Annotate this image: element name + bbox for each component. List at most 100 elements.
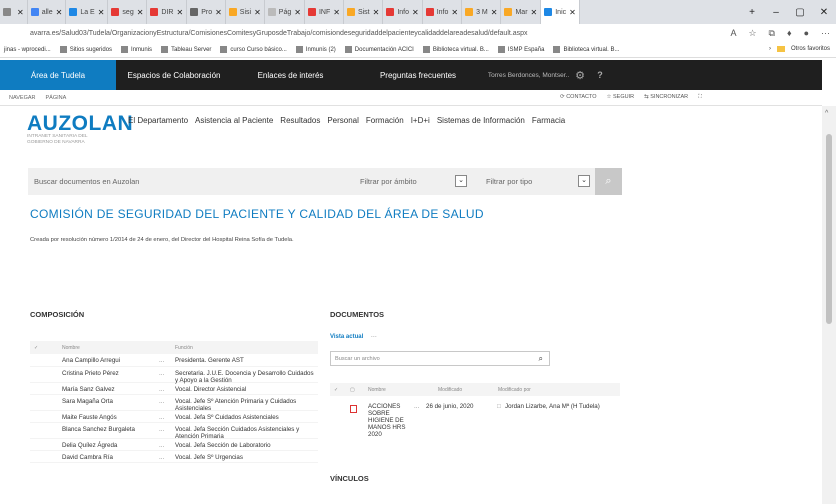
row-menu-icon[interactable]: ... <box>159 454 164 461</box>
browser-tab[interactable]: ✕ <box>0 0 28 24</box>
close-tab-icon[interactable]: ✕ <box>569 8 576 17</box>
col-modificado-por[interactable]: Modificado por <box>498 387 531 393</box>
close-tab-icon[interactable]: ✕ <box>531 8 538 17</box>
browser-tab[interactable]: alle ✕ <box>28 0 67 24</box>
browser-tab[interactable]: La E ✕ <box>66 0 109 24</box>
focus-icon[interactable]: ⛶ <box>698 94 702 101</box>
close-window-button[interactable]: ✕ <box>812 7 836 18</box>
row-menu-icon[interactable]: ... <box>159 357 164 364</box>
page-scrollbar[interactable]: ^ <box>822 106 836 504</box>
favorite-star-icon[interactable]: ☆ <box>748 28 756 39</box>
file-search-input[interactable]: Buscar un archivo ⌕ <box>330 351 550 366</box>
col-funcion[interactable]: Función <box>175 345 193 351</box>
more-menu-icon[interactable]: ··· <box>821 28 830 39</box>
table-row[interactable]: Maite Fauste Angós... Vocal. Jefa Sº Cuid… <box>30 411 318 423</box>
chevron-down-icon[interactable]: ⌄ <box>455 175 467 187</box>
ribbon-tab-pagina[interactable]: PÁGINA <box>46 95 67 101</box>
maximize-button[interactable]: ▢ <box>788 7 812 18</box>
table-row[interactable]: Cristina Prieto Pérez... Secretaria. J.U.… <box>30 367 318 384</box>
sync-button[interactable]: ⇆ SINCRONIZAR <box>644 94 688 101</box>
table-row[interactable]: Blanca Sanchez Burgaleta... Vocal. Jefa S… <box>30 423 318 440</box>
bookmark-item[interactable]: Tableau Server <box>161 46 211 53</box>
document-row[interactable]: ACCIONES SOBRE HIGIENE DE MANOS HRS 2020… <box>330 403 620 443</box>
main-nav-item[interactable]: Farmacia <box>532 116 565 125</box>
scroll-up-icon[interactable]: ^ <box>825 110 828 117</box>
checkmark-icon[interactable]: ✓ <box>334 387 338 393</box>
follow-button[interactable]: ☆ SEGUIR <box>607 94 635 101</box>
main-nav-item[interactable]: Resultados <box>280 116 320 125</box>
col-modificado[interactable]: Modificado <box>438 387 462 393</box>
document-name-link[interactable]: ACCIONES SOBRE HIGIENE DE MANOS HRS 2020 <box>368 403 412 438</box>
help-button[interactable]: ? <box>590 60 610 90</box>
close-tab-icon[interactable]: ✕ <box>451 8 458 17</box>
main-nav-item[interactable]: Formación <box>366 116 404 125</box>
collections-icon[interactable]: ⧉ <box>769 28 775 39</box>
row-menu-icon[interactable]: ... <box>159 398 164 405</box>
table-row[interactable]: Ana Campillo Arregui... Presidenta. Geren… <box>30 354 318 367</box>
other-bookmarks-label[interactable]: Otros favoritos <box>791 46 830 52</box>
search-button[interactable]: ⌕ <box>595 168 622 195</box>
close-tab-icon[interactable]: ✕ <box>491 8 498 17</box>
browser-tab[interactable]: 3 M ✕ <box>462 0 502 24</box>
bookmark-item[interactable]: Biblioteca virtual. B... <box>553 46 619 53</box>
url-text[interactable]: avarra.es/Salud03/Tudela/OrganizacionyEs… <box>30 30 528 37</box>
browser-tab[interactable]: DIR ✕ <box>147 0 188 24</box>
browser-tab[interactable]: Pág ✕ <box>265 0 305 24</box>
topnav-enlaces[interactable]: Enlaces de interés <box>232 60 349 90</box>
read-aloud-icon[interactable]: A <box>730 28 736 39</box>
main-nav-item[interactable]: El Departamento <box>128 116 188 125</box>
close-tab-icon[interactable]: ✕ <box>254 8 261 17</box>
chevron-down-icon[interactable]: ⌄ <box>578 175 590 187</box>
browser-tab[interactable]: Inic ✕ <box>541 0 580 24</box>
row-menu-icon[interactable]: ... <box>159 442 164 449</box>
user-menu[interactable]: Torres Berdonces, Montser.. <box>487 60 570 90</box>
bookmark-item[interactable]: curso Curso básico... <box>220 46 287 53</box>
search-icon[interactable]: ⌕ <box>539 354 543 364</box>
site-logo[interactable]: AUZOLAN <box>27 112 133 136</box>
row-menu-icon[interactable]: ... <box>159 414 164 421</box>
close-tab-icon[interactable]: ✕ <box>333 8 340 17</box>
scrollbar-thumb[interactable] <box>826 134 832 324</box>
bookmark-item[interactable]: jinas - wprocedi... <box>4 47 51 53</box>
topnav-preguntas[interactable]: Preguntas frecuentes <box>349 60 487 90</box>
ribbon-tab-navegar[interactable]: NAVEGAR <box>9 95 36 101</box>
close-tab-icon[interactable]: ✕ <box>137 8 144 17</box>
bookmark-item[interactable]: Sitios sugeridos <box>59 46 112 53</box>
col-nombre[interactable]: Nombre <box>368 387 386 393</box>
close-tab-icon[interactable]: ✕ <box>176 8 183 17</box>
more-options-icon[interactable]: ··· <box>371 334 377 340</box>
more-options-icon[interactable]: ... <box>414 403 419 410</box>
extension-icon[interactable]: ♦ <box>787 28 792 39</box>
main-nav-item[interactable]: Sistemas de Información <box>437 116 525 125</box>
bookmark-item[interactable]: Inmunis (2) <box>295 46 336 53</box>
topnav-area-tudela[interactable]: Área de Tudela <box>0 60 116 90</box>
main-nav-item[interactable]: I+D+i <box>411 116 430 125</box>
vista-actual-link[interactable]: Vista actual <box>330 334 363 340</box>
table-row[interactable]: David Cambra Ría... Vocal. Jefe Sº Urgenc… <box>30 451 318 463</box>
browser-tab[interactable]: Sisi ✕ <box>226 0 265 24</box>
close-tab-icon[interactable]: ✕ <box>412 8 419 17</box>
table-row[interactable]: María Sanz Galvez... Vocal. Director Asis… <box>30 383 318 395</box>
table-row[interactable]: Sara Magaña Orta... Vocal. Jefe Sº Atenci… <box>30 395 318 412</box>
profile-avatar-icon[interactable]: ● <box>804 28 809 39</box>
minimize-button[interactable]: – <box>764 7 788 18</box>
row-menu-icon[interactable]: ... <box>159 386 164 393</box>
document-modified-by[interactable]: Jordan Lizarbe, Ana Mª (H Tudela) <box>505 403 600 410</box>
search-input[interactable]: Buscar documentos en Auzolan <box>34 177 139 186</box>
settings-gear-icon[interactable]: ⚙ <box>570 60 590 90</box>
browser-tab[interactable]: INF ✕ <box>305 0 344 24</box>
browser-tab[interactable]: Sist ✕ <box>344 0 384 24</box>
other-bookmarks[interactable]: › Otros favoritos <box>768 46 830 52</box>
close-tab-icon[interactable]: ✕ <box>98 8 105 17</box>
close-tab-icon[interactable]: ✕ <box>56 8 63 17</box>
row-menu-icon[interactable]: ... <box>159 370 164 377</box>
checkmark-icon[interactable]: ✓ <box>34 345 38 351</box>
browser-tab[interactable]: seg ✕ <box>108 0 148 24</box>
scope-filter-select[interactable]: Filtrar por ámbito <box>360 177 417 186</box>
col-nombre[interactable]: Nombre <box>62 345 80 351</box>
main-nav-item[interactable]: Personal <box>327 116 359 125</box>
bookmark-item[interactable]: Inmunis <box>121 46 152 53</box>
browser-tab[interactable]: Info ✕ <box>423 0 463 24</box>
type-filter-select[interactable]: Filtrar por tipo <box>486 177 532 186</box>
close-tab-icon[interactable]: ✕ <box>373 8 380 17</box>
